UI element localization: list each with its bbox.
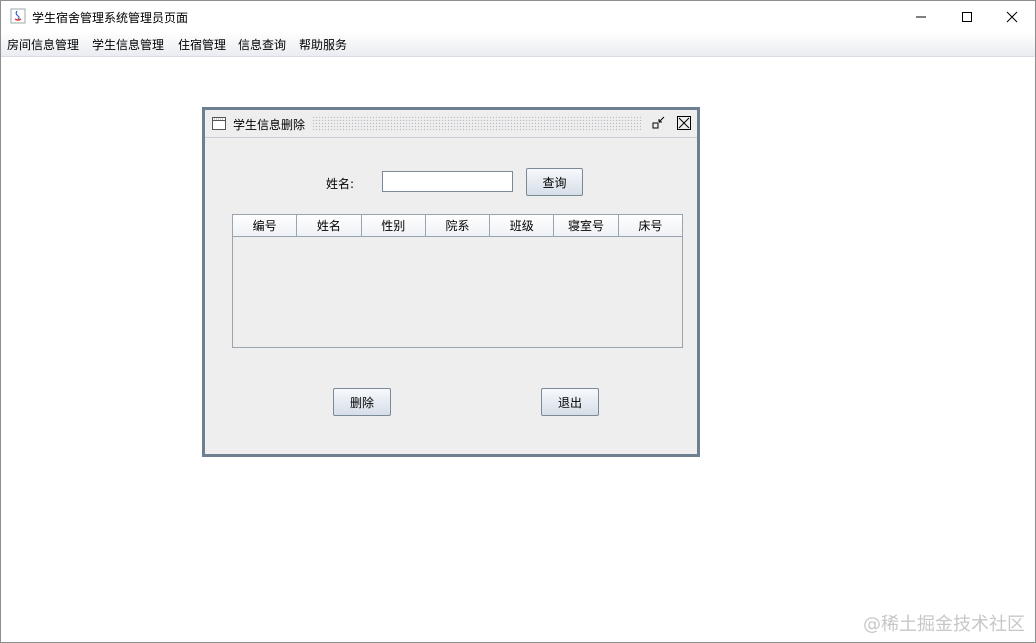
iconify-icon[interactable] — [651, 115, 667, 131]
col-header-department[interactable]: 院系 — [425, 215, 491, 237]
java-app-icon — [10, 8, 26, 24]
dialog-title: 学生信息删除 — [233, 118, 306, 132]
query-button[interactable]: 查询 — [526, 168, 583, 196]
menu-bar: 房间信息管理 学生信息管理 住宿管理 信息查询 帮助服务 — [1, 32, 1035, 57]
window-title: 学生宿舍管理系统管理员页面 — [32, 11, 189, 25]
name-label: 姓名: — [326, 177, 355, 191]
col-header-bed[interactable]: 床号 — [618, 215, 682, 237]
col-header-gender[interactable]: 性别 — [361, 215, 426, 237]
table-header: 编号 姓名 性别 院系 班级 寝室号 床号 — [233, 215, 682, 237]
minimize-button[interactable] — [898, 1, 944, 32]
col-header-class[interactable]: 班级 — [490, 215, 555, 237]
delete-button[interactable]: 删除 — [333, 388, 391, 416]
col-header-id[interactable]: 编号 — [233, 215, 298, 237]
watermark-text: @稀土掘金技术社区 — [863, 614, 1025, 635]
menu-room-info[interactable]: 房间信息管理 — [7, 36, 79, 53]
col-header-room[interactable]: 寝室号 — [554, 215, 619, 237]
minimize-icon — [916, 16, 926, 17]
maximize-icon — [962, 11, 972, 22]
desktop-pane: 学生信息删除 姓名: 查询 编号 姓名 性别 院系 班级 寝室号 床号 删除 退… — [1, 57, 1035, 642]
close-frame-icon[interactable] — [676, 115, 692, 131]
maximize-button[interactable] — [944, 1, 990, 32]
menu-student-info[interactable]: 学生信息管理 — [92, 36, 164, 53]
student-table[interactable]: 编号 姓名 性别 院系 班级 寝室号 床号 — [232, 214, 683, 348]
frame-icon — [212, 117, 226, 130]
title-grip — [312, 116, 642, 132]
dialog-title-bar[interactable]: 学生信息删除 — [205, 110, 697, 138]
exit-button[interactable]: 退出 — [541, 388, 599, 416]
col-header-name[interactable]: 姓名 — [297, 215, 362, 237]
main-window: 学生宿舍管理系统管理员页面 房间信息管理 学生信息管理 住宿管理 信息查询 帮助… — [0, 0, 1036, 643]
menu-help[interactable]: 帮助服务 — [299, 36, 347, 53]
title-bar: 学生宿舍管理系统管理员页面 — [1, 1, 1035, 32]
close-icon — [1006, 11, 1018, 22]
menu-accommodation[interactable]: 住宿管理 — [178, 36, 226, 53]
student-delete-dialog: 学生信息删除 姓名: 查询 编号 姓名 性别 院系 班级 寝室号 床号 删除 退… — [202, 107, 700, 457]
menu-info-query[interactable]: 信息查询 — [238, 36, 286, 53]
name-input[interactable] — [382, 171, 513, 192]
close-button[interactable] — [989, 1, 1035, 32]
